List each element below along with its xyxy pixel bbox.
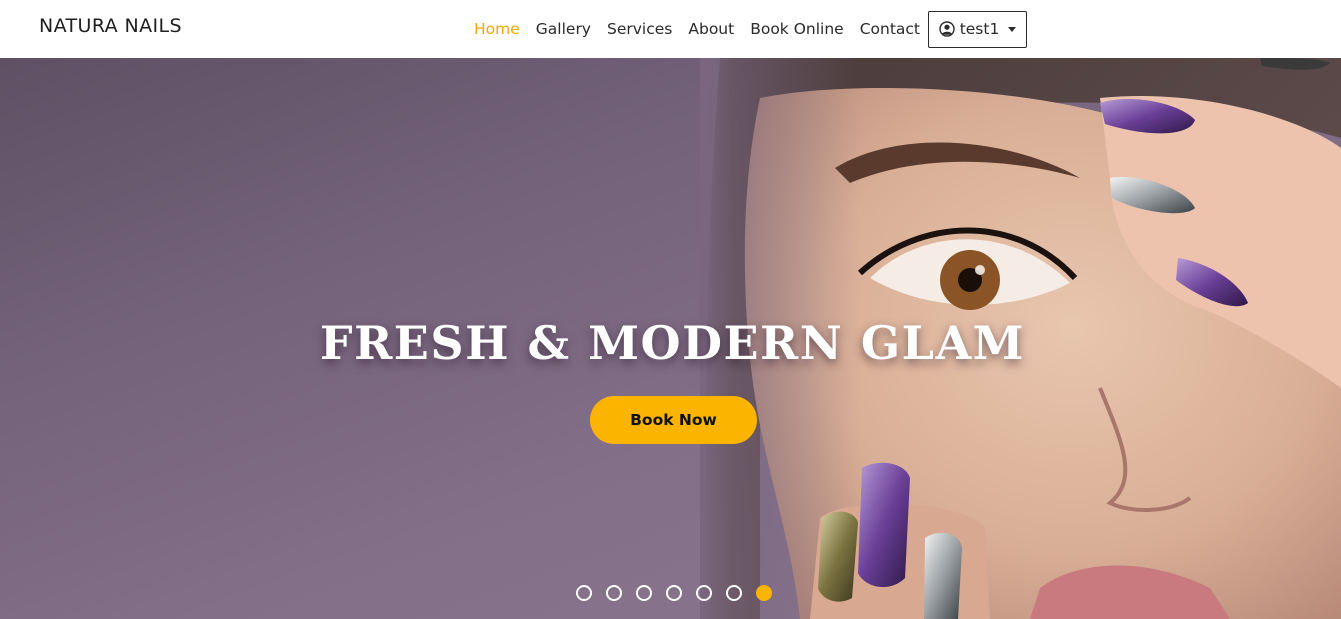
user-menu-button[interactable]: test1: [928, 10, 1028, 48]
hero-carousel: FRESH & MODERN GLAM Book Now: [0, 58, 1341, 619]
carousel-indicator-5[interactable]: [696, 585, 712, 601]
top-navbar: NATURA NAILS Home Gallery Services About…: [0, 0, 1341, 58]
nav-link-services[interactable]: Services: [599, 20, 680, 38]
carousel-indicator-6[interactable]: [726, 585, 742, 601]
carousel-indicator-1[interactable]: [576, 585, 592, 601]
carousel-indicator-4[interactable]: [666, 585, 682, 601]
user-circle-icon: [938, 21, 955, 37]
nav-link-book-online[interactable]: Book Online: [742, 20, 852, 38]
brand-logo[interactable]: NATURA NAILS: [39, 15, 182, 37]
nav-link-home[interactable]: Home: [466, 20, 528, 38]
nav-links: Home Gallery Services About Book Online …: [466, 0, 1028, 58]
hero-title: FRESH & MODERN GLAM: [319, 316, 1026, 370]
chevron-down-icon: [1008, 26, 1017, 32]
carousel-indicator-2[interactable]: [606, 585, 622, 601]
carousel-indicator-3[interactable]: [636, 585, 652, 601]
user-name: test1: [959, 20, 1000, 38]
book-now-button[interactable]: Book Now: [590, 396, 757, 444]
carousel-indicators: [576, 585, 772, 601]
nav-link-about[interactable]: About: [680, 20, 742, 38]
nav-link-gallery[interactable]: Gallery: [528, 20, 599, 38]
nav-link-contact[interactable]: Contact: [852, 20, 928, 38]
carousel-indicator-7[interactable]: [756, 585, 772, 601]
